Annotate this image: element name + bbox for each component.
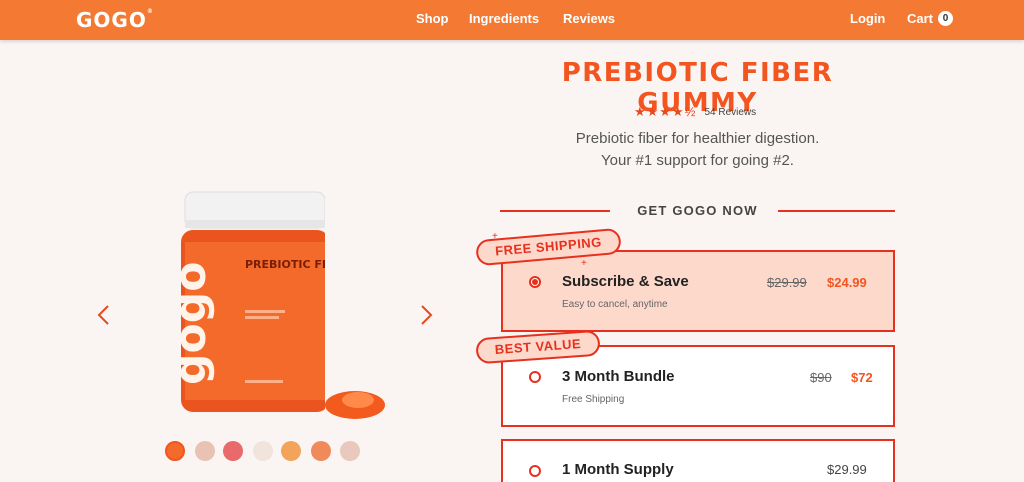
option-name: 3 Month Bundle [562, 368, 675, 385]
nav-ingredients[interactable]: Ingredients [469, 11, 539, 26]
price: $29.99 [827, 462, 867, 477]
option-sub: Easy to cancel, anytime [562, 299, 668, 310]
sparkle-icon: + [581, 258, 587, 269]
review-count: 54 Reviews [704, 106, 757, 118]
option-1-month-supply[interactable]: 1 Month Supply $29.99 [501, 439, 895, 482]
logo-text: GOGO [76, 8, 147, 32]
gallery-next-button[interactable] [416, 300, 436, 330]
nav-reviews[interactable]: Reviews [563, 11, 615, 26]
thumbnail-7[interactable] [340, 441, 360, 461]
tagline-line-2: Your #1 support for going #2. [601, 152, 794, 169]
jar-brand-text: gogo [175, 262, 216, 385]
sparkle-icon: + [492, 231, 498, 242]
option-sub: Free Shipping [562, 394, 625, 405]
old-price: $29.99 [767, 275, 807, 290]
thumbnail-2[interactable] [195, 441, 215, 461]
top-nav: GOGO® Shop Ingredients Reviews Login Car… [0, 0, 1024, 40]
nav-login[interactable]: Login [850, 11, 885, 26]
radio-selected-icon[interactable] [529, 276, 541, 288]
gummy-image [325, 391, 385, 419]
nav-cart[interactable]: Cart [907, 11, 933, 26]
rating-row[interactable]: ★★★★½ 54 Reviews [634, 104, 756, 120]
option-name: 1 Month Supply [562, 461, 674, 478]
old-price: $90 [810, 370, 832, 385]
option-name: Subscribe & Save [562, 273, 689, 290]
option-subscribe-save[interactable]: Subscribe & Save Easy to cancel, anytime… [501, 250, 895, 332]
price: $24.99 [827, 275, 867, 290]
jar-title-text: PREBIOTIC FIBER [245, 258, 325, 271]
chevron-left-icon [97, 305, 109, 325]
thumbnail-3[interactable] [223, 441, 243, 461]
cart-count-badge[interactable]: 0 [938, 11, 953, 26]
star-rating-icon: ★★★★½ [634, 104, 697, 119]
nav-shop[interactable]: Shop [416, 11, 449, 26]
thumbnail-1[interactable] [165, 441, 185, 461]
price: $72 [851, 370, 873, 385]
radio-icon[interactable] [529, 371, 541, 383]
thumbnail-5[interactable] [281, 441, 301, 461]
thumbnail-6[interactable] [311, 441, 331, 461]
chevron-right-icon [421, 305, 433, 325]
gallery-prev-button[interactable] [94, 300, 114, 330]
divider-left [500, 210, 610, 212]
product-image: gogo PREBIOTIC FIBER [175, 191, 325, 412]
purchase-heading: GET GOGO NOW [637, 203, 758, 218]
radio-icon[interactable] [529, 465, 541, 477]
tagline-line-1: Prebiotic fiber for healthier digestion. [575, 130, 820, 147]
divider-right [778, 210, 895, 212]
logo[interactable]: GOGO® [76, 8, 154, 32]
thumbnail-4[interactable] [253, 441, 273, 461]
